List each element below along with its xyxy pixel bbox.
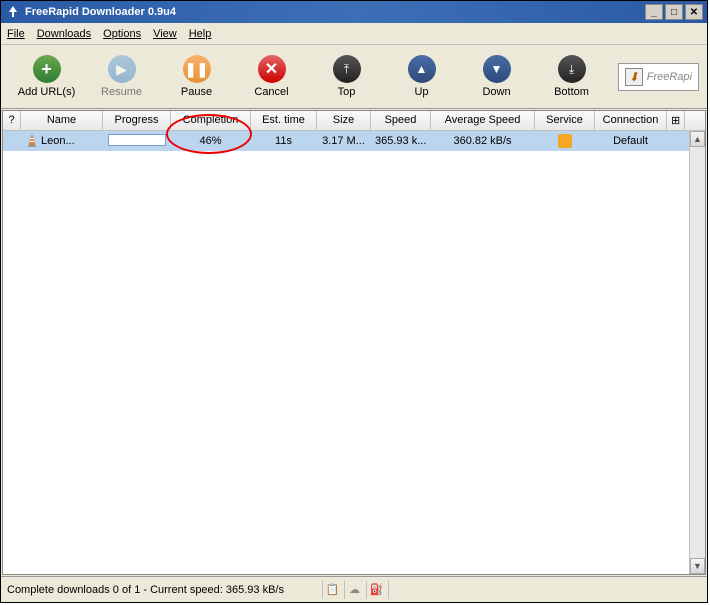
menubar: File Downloads Options View Help [1,23,707,45]
cancel-button[interactable]: ✕ Cancel [234,51,309,102]
col-completion[interactable]: Completion [171,111,251,130]
statusbar: Complete downloads 0 of 1 - Current spee… [1,576,707,602]
menu-downloads[interactable]: Downloads [37,28,91,40]
search-placeholder: FreeRapi [647,71,692,83]
down-icon: ▼ [483,55,511,83]
col-progress[interactable]: Progress [103,111,171,130]
col-service[interactable]: Service [535,111,595,130]
top-button[interactable]: ⤒ Top [309,51,384,102]
window-title: FreeRapid Downloader 0.9u4 [25,6,645,18]
up-icon: ▲ [408,55,436,83]
bottom-button[interactable]: ⤓ Bottom [534,51,609,102]
cell-name: Leon... [21,132,103,150]
col-name[interactable]: Name [21,111,103,130]
cell-size: 3.17 M... [317,133,371,149]
col-est-time[interactable]: Est. time [251,111,317,130]
cell-service [535,132,595,150]
cell-speed: 365.93 k... [371,133,431,149]
search-box[interactable]: ⬇ FreeRapi [618,63,699,91]
download-arrow-icon: ⬇ [625,68,643,86]
col-avg-speed[interactable]: Average Speed [431,111,535,130]
scroll-down-button[interactable]: ▼ [690,558,705,574]
col-menu-button[interactable]: ⊞ [667,111,685,130]
status-icon-2[interactable]: ☁ [344,581,364,599]
clipboard-monitor-icon[interactable]: 📋 [322,581,342,599]
status-text: Complete downloads 0 of 1 - Current spee… [7,584,292,596]
cancel-icon: ✕ [258,55,286,83]
cell-status-icon [3,139,21,143]
titlebar: FreeRapid Downloader 0.9u4 _ □ ✕ [1,1,707,23]
file-type-icon [25,134,39,148]
vertical-scrollbar[interactable]: ▲ ▼ [689,131,705,574]
col-status[interactable]: ? [3,111,21,130]
close-button[interactable]: ✕ [685,4,703,20]
add-url-button[interactable]: + Add URL(s) [9,51,84,102]
menu-file[interactable]: File [7,28,25,40]
scroll-up-button[interactable]: ▲ [690,131,705,147]
play-icon: ▶ [108,55,136,83]
downloads-table: ? Name Progress Completion Est. time Siz… [2,110,706,575]
table-header: ? Name Progress Completion Est. time Siz… [3,111,705,131]
col-connection[interactable]: Connection [595,111,667,130]
service-icon [558,134,572,148]
up-button[interactable]: ▲ Up [384,51,459,102]
progress-bar [108,134,166,146]
table-row[interactable]: Leon... 46% 11s 3.17 M... 365.93 k... 36… [3,131,705,151]
maximize-button[interactable]: □ [665,4,683,20]
down-button[interactable]: ▼ Down [459,51,534,102]
col-size[interactable]: Size [317,111,371,130]
toolbar: + Add URL(s) ▶ Resume ❚❚ Pause ✕ Cancel … [1,45,707,109]
col-speed[interactable]: Speed [371,111,431,130]
pause-button[interactable]: ❚❚ Pause [159,51,234,102]
cell-progress [103,132,171,151]
menu-options[interactable]: Options [103,28,141,40]
minimize-button[interactable]: _ [645,4,663,20]
app-icon [5,4,21,20]
status-icon-3[interactable]: ⛽ [366,581,386,599]
top-icon: ⤒ [333,55,361,83]
plus-icon: + [33,55,61,83]
cell-completion: 46% [171,133,251,149]
cell-est-time: 11s [251,133,317,149]
menu-help[interactable]: Help [189,28,212,40]
pause-icon: ❚❚ [183,55,211,83]
menu-view[interactable]: View [153,28,177,40]
cell-avg-speed: 360.82 kB/s [431,133,535,149]
status-separator [388,581,408,599]
resume-button[interactable]: ▶ Resume [84,51,159,102]
bottom-icon: ⤓ [558,55,586,83]
cell-connection: Default [595,133,667,149]
